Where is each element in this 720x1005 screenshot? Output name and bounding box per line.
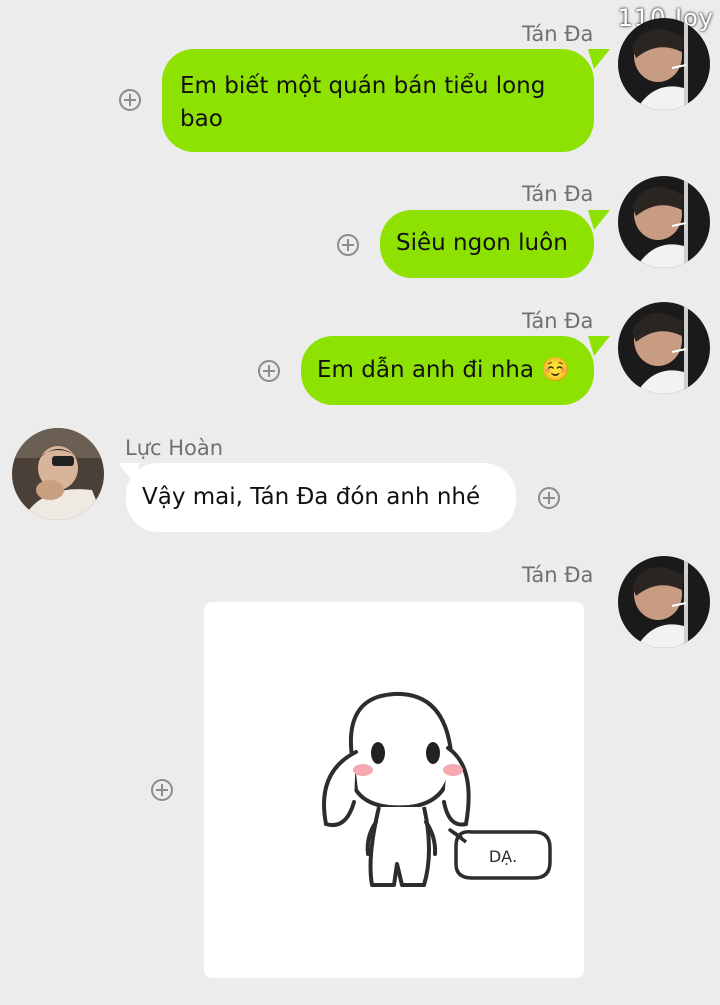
message-text: Em biết một quán bán tiểu long bao: [180, 73, 546, 132]
sender-name: Tán Đa: [522, 563, 594, 587]
plus-circle-icon[interactable]: [119, 89, 141, 111]
avatar[interactable]: [618, 176, 710, 268]
plus-circle-icon[interactable]: [538, 487, 560, 509]
avatar[interactable]: [618, 556, 710, 648]
message-bubble[interactable]: Em biết một quán bán tiểu long bao: [162, 49, 594, 152]
plus-circle-icon[interactable]: [151, 779, 173, 801]
sticker-text: DẠ.: [489, 847, 517, 866]
bubble-tail: [588, 336, 610, 356]
message-bubble[interactable]: Em dẫn anh đi nha ☺️: [301, 336, 594, 405]
message-text: Vậy mai, Tán Đa đón anh nhé: [142, 484, 481, 510]
plus-circle-icon[interactable]: [337, 234, 359, 256]
message-bubble[interactable]: Siêu ngon luôn: [380, 210, 594, 278]
sticker-image: DẠ.: [322, 691, 552, 887]
sender-name: Tán Đa: [522, 182, 594, 206]
sender-name: Lực Hoàn: [125, 436, 224, 460]
message-text: Siêu ngon luôn: [396, 230, 568, 256]
message-text: Em dẫn anh đi nha ☺️: [317, 357, 570, 383]
bubble-tail: [588, 49, 610, 69]
bubble-tail: [588, 210, 610, 230]
plus-circle-icon[interactable]: [258, 360, 280, 382]
message-bubble[interactable]: Vậy mai, Tán Đa đón anh nhé: [126, 463, 516, 532]
avatar[interactable]: [618, 302, 710, 394]
avatar[interactable]: [12, 428, 104, 520]
sticker-message[interactable]: DẠ.: [204, 602, 584, 978]
avatar[interactable]: [618, 18, 710, 110]
sender-name: Tán Đa: [522, 22, 594, 46]
sender-name: Tán Đa: [522, 309, 594, 333]
